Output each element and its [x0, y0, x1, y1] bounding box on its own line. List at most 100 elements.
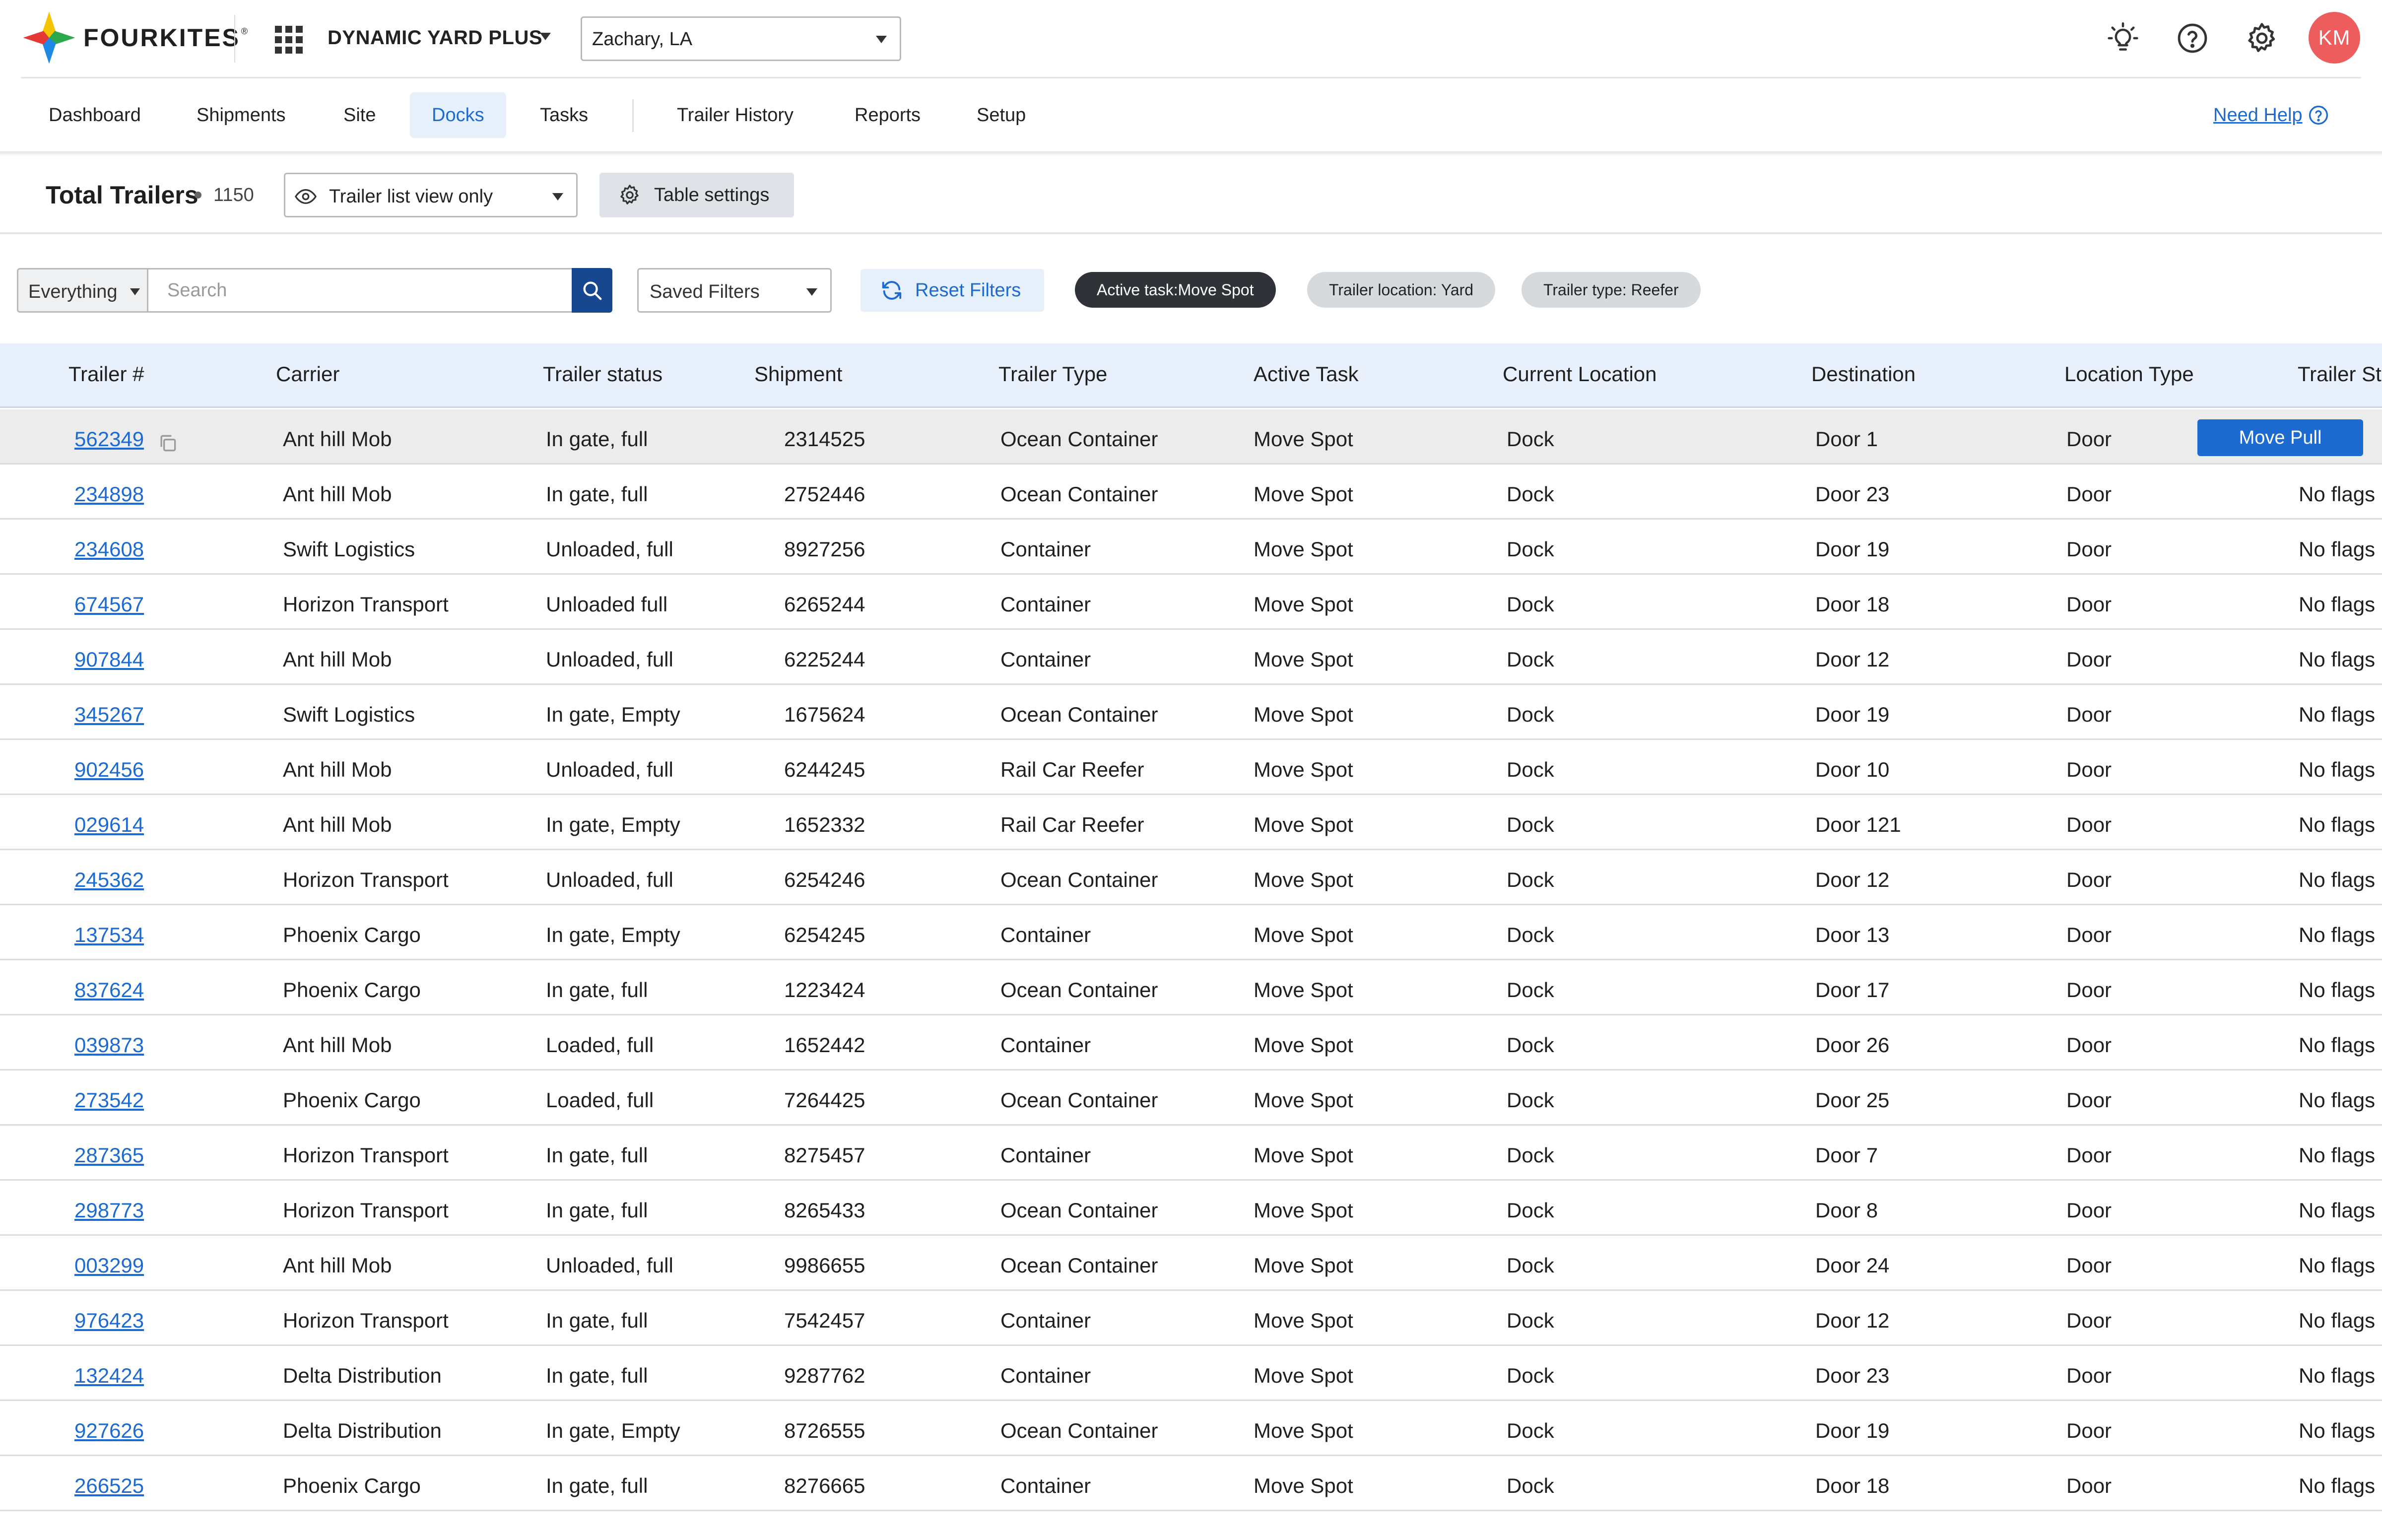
column-header-active-task[interactable]: Active Task: [1254, 362, 1359, 386]
table-row[interactable]: 902456 Ant hill Mob Unloaded, full 6244245 R…: [0, 740, 2382, 795]
trailer-number-link[interactable]: 927626: [74, 1419, 144, 1443]
trailer-number-link[interactable]: 137534: [74, 923, 144, 947]
trailer-number-link[interactable]: 562349: [74, 427, 144, 451]
avatar[interactable]: KM: [2309, 12, 2360, 64]
column-header-location-type[interactable]: Location Type: [2064, 362, 2194, 386]
table-row[interactable]: 234608 Swift Logistics Unloaded, full 89272…: [0, 520, 2382, 575]
help-circle-icon[interactable]: [2172, 17, 2213, 59]
product-switcher-label[interactable]: DYNAMIC YARD PLUS: [328, 27, 542, 49]
table-row[interactable]: 287365 Horizon Transport In gate, full 8275…: [0, 1126, 2382, 1181]
column-header-carrier[interactable]: Carrier: [276, 362, 339, 386]
trailer-number-link[interactable]: 902456: [74, 758, 144, 782]
trailer-number-link[interactable]: 234898: [74, 482, 144, 506]
search-input[interactable]: [147, 268, 573, 313]
table-row[interactable]: 039873 Ant hill Mob Loaded, full 1652442 Con…: [0, 1015, 2382, 1071]
trailer-type-cell: Container: [1000, 1033, 1091, 1057]
move-pull-button[interactable]: Move Pull: [2197, 419, 2363, 456]
view-mode-select[interactable]: Trailer list view only: [284, 173, 578, 217]
column-header-trailer-type[interactable]: Trailer Type: [998, 362, 1107, 386]
need-help-label: Need Help: [2213, 104, 2303, 126]
table-settings-button[interactable]: Table settings: [599, 173, 794, 217]
carrier-cell: Horizon Transport: [283, 1199, 449, 1222]
apps-grid-icon[interactable]: [275, 26, 303, 54]
gear-icon[interactable]: [2241, 17, 2283, 59]
trailer-type-cell: Ocean Container: [1000, 868, 1158, 891]
saved-filters-select[interactable]: Saved Filters: [637, 268, 832, 313]
trailer-status-cell: In gate, full: [546, 978, 648, 1002]
table-row[interactable]: 837624 Phoenix Cargo In gate, full 1223424 O…: [0, 960, 2382, 1015]
trailer-number-link[interactable]: 674567: [74, 593, 144, 616]
lightbulb-icon[interactable]: [2102, 17, 2144, 59]
destination-cell: Door 23: [1815, 1364, 1890, 1387]
shipment-cell: 6244245: [784, 758, 865, 781]
column-header-trailer-status-flags[interactable]: Trailer St: [2298, 362, 2382, 386]
trailer-number-link[interactable]: 298773: [74, 1199, 144, 1222]
nav-item-tasks[interactable]: Tasks: [518, 92, 610, 138]
table-row[interactable]: 266525 Phoenix Cargo In gate, full 8276665 C…: [0, 1456, 2382, 1511]
table-row[interactable]: 298773 Horizon Transport In gate, full 8265…: [0, 1181, 2382, 1236]
shipment-cell: 7542457: [784, 1309, 865, 1332]
table-row[interactable]: 345267 Swift Logistics In gate, Empty 16756…: [0, 685, 2382, 740]
column-header-trailer-status[interactable]: Trailer status: [543, 362, 662, 386]
copy-icon[interactable]: [157, 432, 179, 454]
trailer-number-link[interactable]: 837624: [74, 978, 144, 1002]
column-header-destination[interactable]: Destination: [1811, 362, 1916, 386]
filter-chip-trailer-location[interactable]: Trailer location: Yard: [1307, 272, 1496, 308]
filter-chip-trailer-type[interactable]: Trailer type: Reefer: [1522, 272, 1701, 308]
column-header-trailer[interactable]: Trailer #: [68, 362, 144, 386]
column-header-shipment[interactable]: Shipment: [754, 362, 842, 386]
chevron-down-icon[interactable]: [540, 33, 551, 40]
trailer-number-link[interactable]: 003299: [74, 1254, 144, 1277]
table-row[interactable]: 132424 Delta Distribution In gate, full 928…: [0, 1346, 2382, 1401]
trailer-number-link[interactable]: 287365: [74, 1143, 144, 1167]
search-scope-select[interactable]: Everything: [17, 268, 148, 313]
trailer-number-link[interactable]: 029614: [74, 813, 144, 837]
destination-cell: Door 26: [1815, 1033, 1890, 1057]
filter-chip-active-task[interactable]: Active task:Move Spot: [1075, 272, 1276, 308]
nav-item-setup[interactable]: Setup: [955, 92, 1048, 138]
trailer-number-link[interactable]: 039873: [74, 1033, 144, 1057]
table-row[interactable]: 273542 Phoenix Cargo Loaded, full 7264425 Oc…: [0, 1071, 2382, 1126]
carrier-cell: Swift Logistics: [283, 537, 415, 561]
trailer-number-link[interactable]: 132424: [74, 1364, 144, 1388]
nav-item-trailer-history[interactable]: Trailer History: [655, 92, 815, 138]
trailer-number-link[interactable]: 345267: [74, 703, 144, 727]
column-header-current-location[interactable]: Current Location: [1503, 362, 1657, 386]
top-header: FOURKITES ® DYNAMIC YARD PLUS Zachary, LA…: [0, 0, 2382, 77]
table-row[interactable]: 137534 Phoenix Cargo In gate, Empty 6254245…: [0, 905, 2382, 960]
table-row[interactable]: 234898 Ant hill Mob In gate, full 2752446 Oc…: [0, 465, 2382, 520]
nav-item-site[interactable]: Site: [322, 92, 397, 138]
fourkites-logo[interactable]: FOURKITES ®: [21, 9, 249, 67]
site-select[interactable]: Zachary, LA: [581, 16, 901, 61]
nav-item-dashboard[interactable]: Dashboard: [27, 92, 163, 138]
table-row[interactable]: 927626 Delta Distribution In gate, Empty 87…: [0, 1401, 2382, 1456]
table-row[interactable]: 562349 Ant hill Mob In gate, full 2314525 Oc…: [0, 409, 2382, 465]
nav-item-shipments[interactable]: Shipments: [175, 92, 308, 138]
nav-item-reports[interactable]: Reports: [833, 92, 942, 138]
need-help-link[interactable]: Need Help: [2213, 104, 2329, 126]
nav-item-docks[interactable]: Docks: [410, 92, 506, 138]
table-row[interactable]: 245362 Horizon Transport Unloaded, full 625…: [0, 850, 2382, 905]
active-task-cell: Move Spot: [1254, 1143, 1353, 1167]
location-type-cell: Door: [2066, 758, 2112, 781]
trailer-number-link[interactable]: 266525: [74, 1474, 144, 1498]
trailer-number-link[interactable]: 234608: [74, 537, 144, 561]
current-location-cell: Dock: [1507, 1474, 1554, 1497]
trailer-number-link[interactable]: 245362: [74, 868, 144, 892]
search-button[interactable]: [572, 268, 612, 313]
reset-filters-button[interactable]: Reset Filters: [860, 269, 1044, 312]
destination-cell: Door 19: [1815, 703, 1890, 726]
reset-filters-label: Reset Filters: [915, 280, 1021, 301]
active-task-cell: Move Spot: [1254, 1033, 1353, 1057]
table-row[interactable]: 907844 Ant hill Mob Unloaded, full 6225244 C…: [0, 630, 2382, 685]
location-type-cell: Door: [2066, 1254, 2112, 1277]
trailer-number-link[interactable]: 273542: [74, 1088, 144, 1112]
table-row[interactable]: 976423 Horizon Transport In gate, full 7542…: [0, 1291, 2382, 1346]
table-row[interactable]: 003299 Ant hill Mob Unloaded, full 9986655 O…: [0, 1236, 2382, 1291]
carrier-cell: Phoenix Cargo: [283, 978, 421, 1002]
header-divider-line: [21, 77, 2361, 78]
trailer-number-link[interactable]: 976423: [74, 1309, 144, 1333]
table-row[interactable]: 674567 Horizon Transport Unloaded full 6265…: [0, 575, 2382, 630]
trailer-number-link[interactable]: 907844: [74, 648, 144, 671]
table-row[interactable]: 029614 Ant hill Mob In gate, Empty 1652332 R…: [0, 795, 2382, 850]
